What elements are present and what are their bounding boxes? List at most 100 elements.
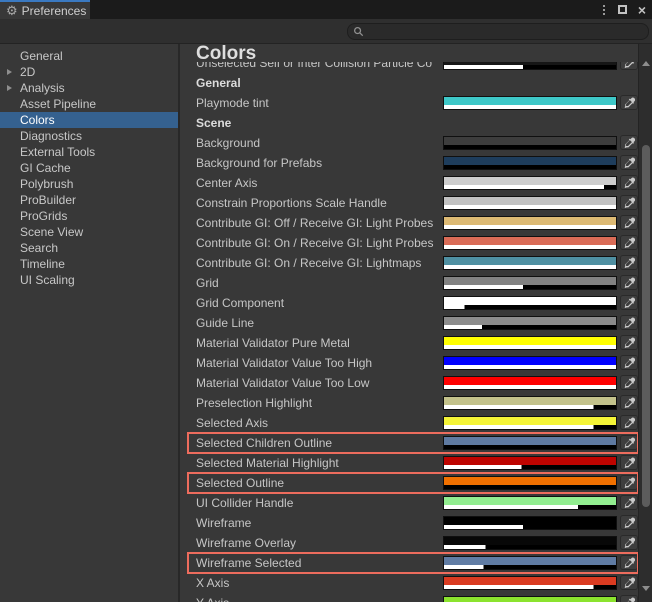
color-swatch[interactable]	[443, 396, 617, 410]
eyedropper-button[interactable]	[620, 135, 638, 150]
swatch-color	[444, 597, 616, 602]
color-swatch[interactable]	[443, 276, 617, 290]
kebab-menu-icon[interactable]	[601, 3, 607, 17]
close-icon[interactable]: ×	[638, 3, 646, 17]
color-setting-row: Y Axis	[182, 593, 638, 602]
color-setting-label: X Axis	[196, 576, 230, 590]
swatch-alpha-bar	[444, 305, 616, 309]
scroll-up-icon[interactable]	[642, 61, 650, 66]
color-swatch[interactable]	[443, 496, 617, 510]
eyedropper-button[interactable]	[620, 435, 638, 450]
sidebar-item-2d[interactable]: 2D	[0, 64, 178, 80]
preferences-window: ⚙ Preferences × General 2D Analysis Asse…	[0, 0, 652, 602]
eyedropper-button[interactable]	[620, 295, 638, 310]
swatch-color	[444, 477, 616, 485]
color-swatch[interactable]	[443, 196, 617, 210]
eyedropper-icon	[624, 437, 635, 448]
eyedropper-button[interactable]	[620, 375, 638, 390]
eyedropper-button[interactable]	[620, 495, 638, 510]
color-swatch[interactable]	[443, 96, 617, 110]
vertical-scrollbar[interactable]	[638, 44, 652, 602]
maximize-icon[interactable]	[617, 5, 627, 14]
tab-bar: ⚙ Preferences ×	[0, 0, 652, 19]
color-swatch[interactable]	[443, 536, 617, 550]
tab-preferences[interactable]: ⚙ Preferences	[0, 0, 90, 19]
color-swatch[interactable]	[443, 596, 617, 602]
eyedropper-button[interactable]	[620, 275, 638, 290]
eyedropper-button[interactable]	[620, 395, 638, 410]
sidebar-item-analysis[interactable]: Analysis	[0, 80, 178, 96]
color-setting-label: Material Validator Value Too Low	[196, 376, 370, 390]
eyedropper-button[interactable]	[620, 195, 638, 210]
color-swatch[interactable]	[443, 556, 617, 570]
sidebar-item-progrids[interactable]: ProGrids	[0, 208, 178, 224]
eyedropper-button[interactable]	[620, 335, 638, 350]
eyedropper-button[interactable]	[620, 355, 638, 370]
color-swatch[interactable]	[443, 256, 617, 270]
color-setting-label: Playmode tint	[196, 96, 269, 110]
swatch-alpha-bar	[444, 445, 616, 449]
swatch-color	[444, 377, 616, 385]
color-swatch[interactable]	[443, 356, 617, 370]
sidebar-item-search[interactable]: Search	[0, 240, 178, 256]
eyedropper-button[interactable]	[620, 555, 638, 570]
sidebar-item-ui-scaling[interactable]: UI Scaling	[0, 272, 178, 288]
sidebar-item-gi-cache[interactable]: GI Cache	[0, 160, 178, 176]
color-swatch[interactable]	[443, 136, 617, 150]
search-input[interactable]	[367, 25, 643, 38]
color-swatch[interactable]	[443, 216, 617, 230]
scrollbar-thumb[interactable]	[642, 145, 650, 507]
eyedropper-button[interactable]	[620, 535, 638, 550]
sidebar-item-probuilder[interactable]: ProBuilder	[0, 192, 178, 208]
sidebar-item-colors[interactable]: Colors	[0, 112, 178, 128]
chevron-right-icon[interactable]	[7, 69, 12, 75]
sidebar-item-general[interactable]: General	[0, 48, 178, 64]
color-swatch[interactable]	[443, 416, 617, 430]
color-setting-row: Playmode tint	[182, 93, 638, 113]
swatch-alpha-bar	[444, 265, 616, 269]
eyedropper-button[interactable]	[620, 175, 638, 190]
sidebar-item-timeline[interactable]: Timeline	[0, 256, 178, 272]
eyedropper-button[interactable]	[620, 515, 638, 530]
eyedropper-button[interactable]	[620, 215, 638, 230]
eyedropper-button[interactable]	[620, 455, 638, 470]
eyedropper-button[interactable]	[620, 415, 638, 430]
eyedropper-button[interactable]	[620, 595, 638, 602]
color-swatch[interactable]	[443, 316, 617, 330]
color-swatch[interactable]	[443, 436, 617, 450]
color-swatch[interactable]	[443, 576, 617, 590]
eyedropper-button[interactable]	[620, 235, 638, 250]
scroll-down-icon[interactable]	[642, 586, 650, 591]
color-settings-list: Unselected Self or Inter Collision Parti…	[182, 53, 639, 602]
eyedropper-button[interactable]	[620, 475, 638, 490]
swatch-alpha-bar	[444, 525, 616, 529]
sidebar-item-scene-view[interactable]: Scene View	[0, 224, 178, 240]
eyedropper-button[interactable]	[620, 155, 638, 170]
color-swatch[interactable]	[443, 156, 617, 170]
eyedropper-button[interactable]	[620, 575, 638, 590]
color-swatch[interactable]	[443, 176, 617, 190]
color-swatch[interactable]	[443, 296, 617, 310]
sidebar-item-polybrush[interactable]: Polybrush	[0, 176, 178, 192]
color-swatch[interactable]	[443, 376, 617, 390]
color-swatch[interactable]	[443, 516, 617, 530]
sidebar-item-asset-pipeline[interactable]: Asset Pipeline	[0, 96, 178, 112]
sidebar-item-label: UI Scaling	[20, 273, 75, 287]
chevron-right-icon[interactable]	[7, 85, 12, 91]
color-swatch[interactable]	[443, 236, 617, 250]
color-setting-row: Contribute GI: Off / Receive GI: Light P…	[182, 213, 638, 233]
color-swatch[interactable]	[443, 476, 617, 490]
eyedropper-button[interactable]	[620, 95, 638, 110]
sidebar-item-diagnostics[interactable]: Diagnostics	[0, 128, 178, 144]
sidebar-item-label: 2D	[20, 65, 36, 79]
eyedropper-icon	[624, 517, 635, 528]
sidebar-item-label: Polybrush	[20, 177, 74, 191]
swatch-alpha-bar	[444, 245, 616, 249]
sidebar-item-external-tools[interactable]: External Tools	[0, 144, 178, 160]
color-swatch[interactable]	[443, 456, 617, 470]
eyedropper-button[interactable]	[620, 315, 638, 330]
swatch-color	[444, 317, 616, 325]
eyedropper-button[interactable]	[620, 255, 638, 270]
color-swatch[interactable]	[443, 336, 617, 350]
search-field[interactable]	[347, 23, 649, 40]
